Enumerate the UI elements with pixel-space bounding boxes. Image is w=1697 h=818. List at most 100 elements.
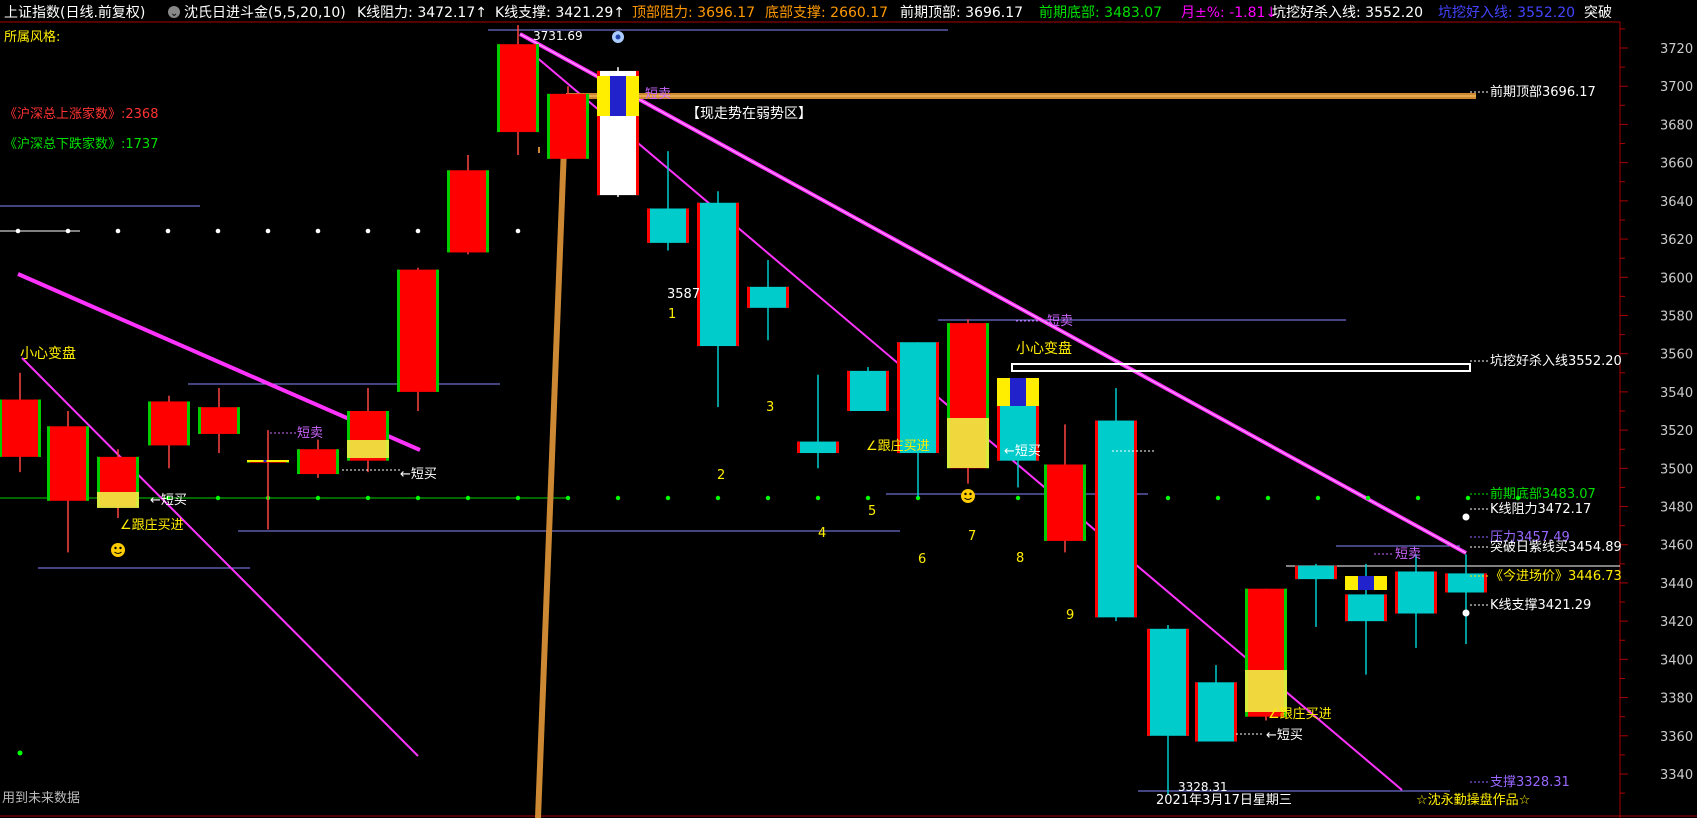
candle-edge: [148, 401, 151, 446]
up-count-label: 《沪深总上涨家数》:2368: [4, 106, 158, 122]
candle-body: [797, 441, 839, 454]
candle-edge: [886, 370, 889, 412]
y-tick-label: 3500: [1660, 462, 1693, 477]
candle-edge: [647, 208, 650, 243]
right-label: 坑挖好杀入线3552.20: [1490, 354, 1622, 369]
y-tick-label: 3520: [1660, 424, 1693, 439]
candle-body: [1295, 565, 1337, 580]
signal-marker-core: [1010, 378, 1026, 406]
signal-marker-core: [610, 76, 626, 116]
annotation: ←短买: [400, 467, 437, 482]
annotation: 4: [818, 526, 826, 541]
candle-edge: [1186, 628, 1189, 736]
candle-body: [897, 342, 939, 454]
right-label: 前期底部3483.07: [1490, 486, 1596, 502]
candle-body: [1147, 628, 1189, 736]
candle-body: [1044, 464, 1086, 541]
candle-edge: [1095, 420, 1098, 618]
smiley-icon: [961, 489, 975, 503]
support-dot: [365, 495, 371, 501]
candle-edge: [187, 401, 190, 446]
annotation: 短卖: [1047, 314, 1073, 329]
support-dot: [1215, 495, 1221, 501]
right-label: 支撑3328.31: [1490, 775, 1570, 790]
y-tick-label: 3400: [1660, 653, 1693, 668]
resistance-dot: [165, 228, 171, 234]
candle-edge: [0, 399, 2, 457]
candle-body: [447, 170, 489, 253]
candle-edge: [1434, 571, 1437, 614]
candle-body: [497, 44, 539, 133]
candle-edge: [1134, 420, 1137, 618]
support-dot: [765, 495, 771, 501]
header-value: 前期顶部: 3696.17: [900, 4, 1023, 21]
resistance-dot: [265, 228, 271, 234]
support-dot: [565, 495, 571, 501]
annotation: 9: [1066, 608, 1074, 623]
header-value: K线支撑: 3421.29↑: [495, 5, 625, 21]
annotation: 【现走势在弱势区】: [686, 106, 812, 122]
annotation: ∠跟庄买进: [866, 438, 930, 454]
candle-edge: [1044, 464, 1047, 541]
candle-edge: [586, 93, 589, 159]
candle-edge: [1384, 594, 1387, 622]
support-dot: [1365, 495, 1371, 501]
candle-body: [198, 407, 240, 434]
support-dot: [17, 750, 23, 756]
candle-edge: [1445, 573, 1448, 593]
resistance-dot: [215, 228, 221, 234]
annotation: ∠跟庄买进: [120, 517, 184, 533]
indicator-title[interactable]: 沈氏日进斗金(5,5,20,10): [184, 5, 346, 21]
resistance-dot: [515, 228, 521, 234]
candle-edge: [686, 208, 689, 243]
candle-edge: [497, 44, 500, 133]
y-tick-label: 3660: [1660, 157, 1693, 172]
support-dot: [865, 495, 871, 501]
candle-edge: [797, 441, 800, 454]
support-dot: [415, 495, 421, 501]
header-value: 底部支撑: 2660.17: [765, 5, 888, 21]
annotation: 3587: [667, 287, 700, 302]
candlestick-chart: 上证指数(日线.前复权) ⌄ 沈氏日进斗金(5,5,20,10) K线阻力: 3…: [0, 0, 1697, 818]
y-tick-label: 3360: [1660, 730, 1693, 745]
annotation: 1: [668, 307, 676, 322]
signal-marker-core: [1358, 576, 1374, 590]
yellow-zone: [947, 418, 989, 468]
candle-body: [148, 401, 190, 446]
annotation: ←短买: [150, 493, 187, 508]
annotation: 短卖: [1395, 547, 1421, 562]
header-value: 坑挖好杀入线: 3552.20: [1272, 5, 1423, 21]
price-dot: [1462, 609, 1470, 617]
y-tick-label: 3560: [1660, 348, 1693, 363]
symbol-title[interactable]: 上证指数(日线.前复权): [4, 4, 145, 21]
y-tick-label: 3680: [1660, 118, 1693, 133]
annotation: 小心变盘: [1016, 340, 1072, 357]
y-tick-label: 3620: [1660, 233, 1693, 248]
signal-marker: [247, 460, 289, 462]
y-tick-label: 3480: [1660, 501, 1693, 516]
candle-body: [647, 208, 689, 243]
svg-text:⌄: ⌄: [170, 8, 178, 19]
candle-edge: [1295, 565, 1298, 580]
header-value: 顶部阻力: 3696.17: [632, 5, 755, 21]
support-dot: [515, 495, 521, 501]
candle-edge: [1395, 571, 1398, 614]
support-dot: [665, 495, 671, 501]
resistance-dot: [315, 228, 321, 234]
support-dot: [815, 495, 821, 501]
candle-body: [1345, 594, 1387, 622]
y-tick-label: 3640: [1660, 195, 1693, 210]
yellow-zone: [1245, 670, 1287, 712]
right-label: 前期顶部3696.17: [1490, 84, 1596, 100]
candle-edge: [1234, 682, 1237, 742]
price-dot: [1462, 513, 1470, 521]
yellow-zone: [97, 492, 139, 508]
candle-edge: [936, 342, 939, 454]
date-label: 2021年3月17日星期三: [1156, 793, 1292, 808]
y-tick-label: 3700: [1660, 80, 1693, 95]
support-dot: [715, 495, 721, 501]
down-count-label: 《沪深总下跌家数》:1737: [4, 136, 158, 152]
candle-edge: [447, 170, 450, 253]
right-label: K线阻力3472.17: [1490, 502, 1591, 517]
candle-body: [47, 426, 89, 501]
